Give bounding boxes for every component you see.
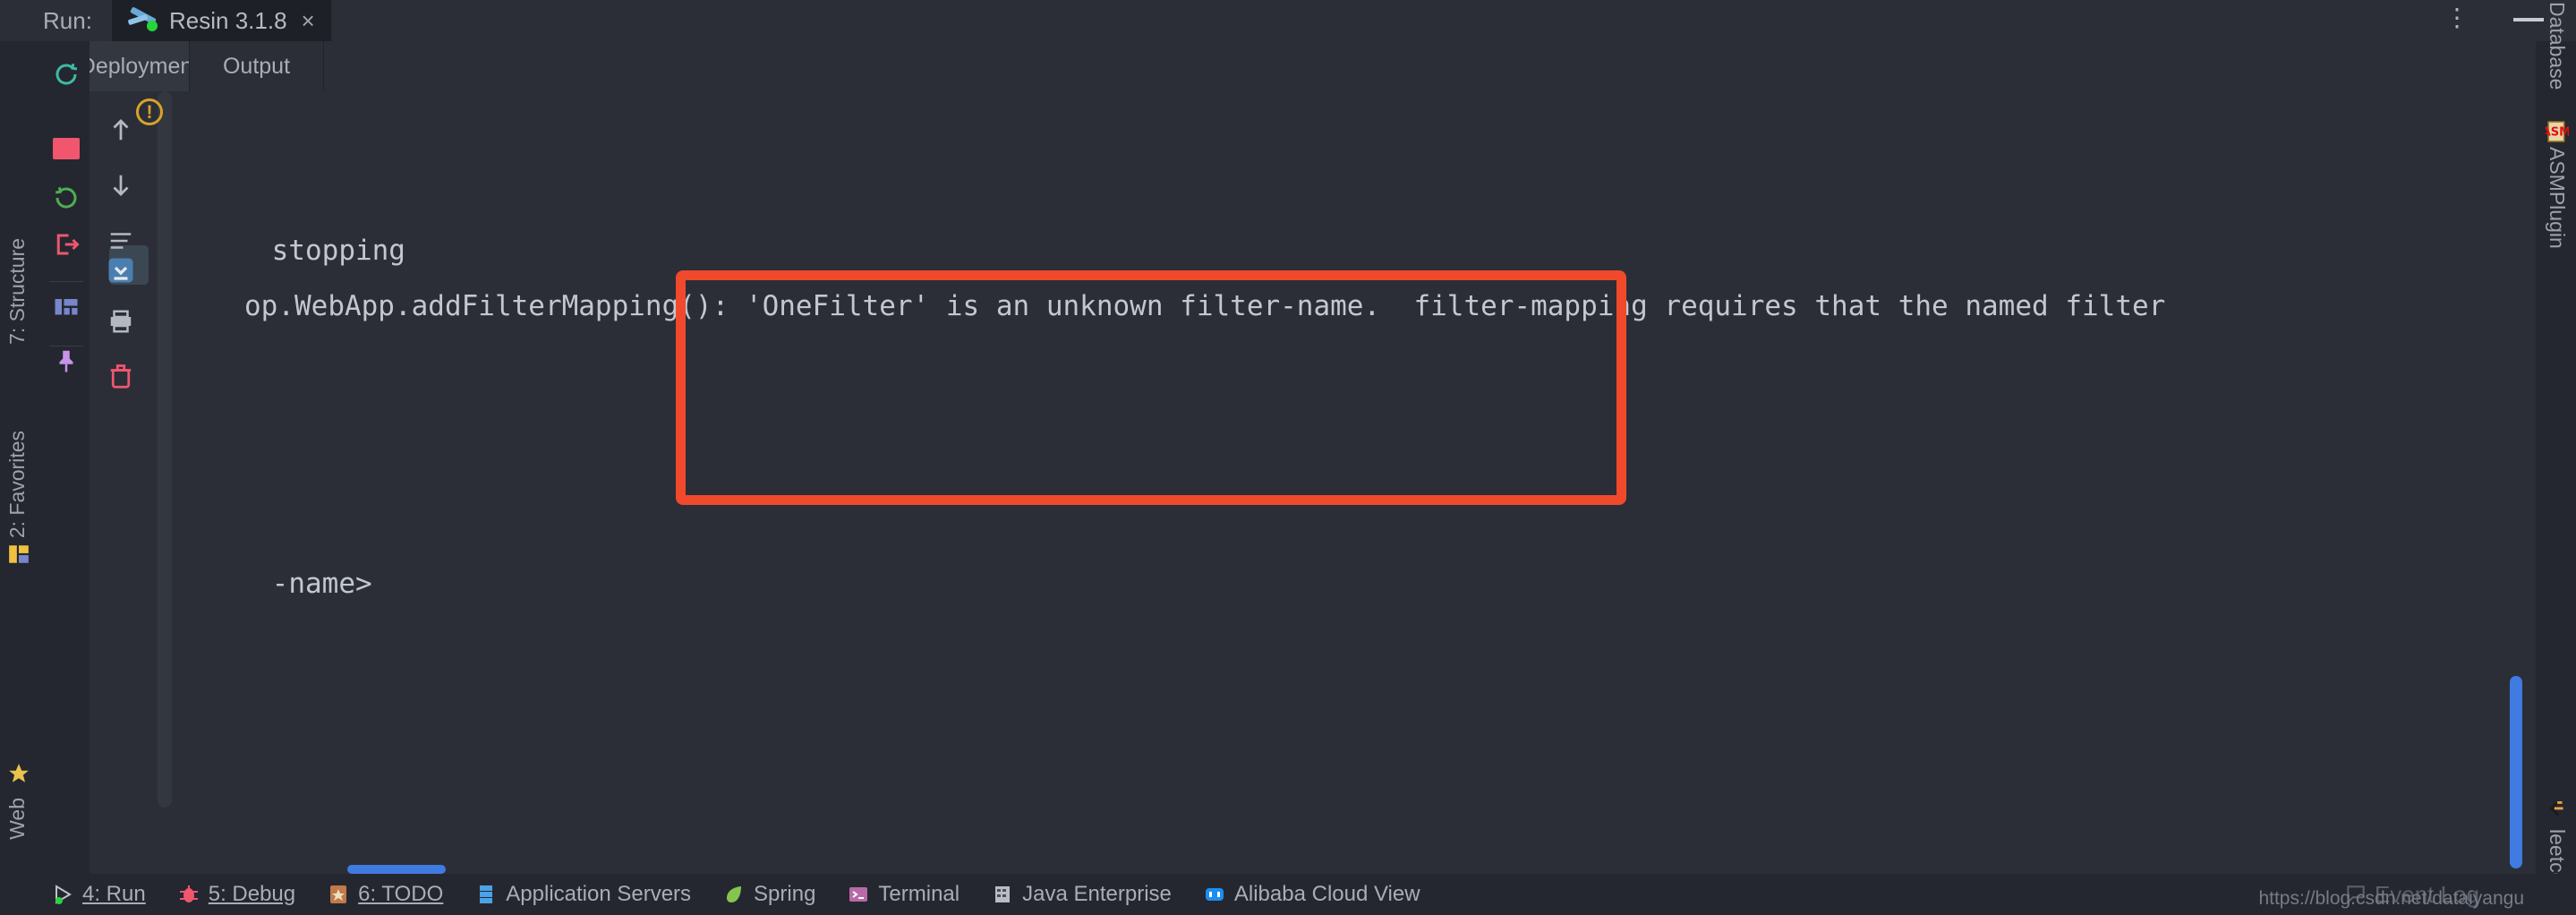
status-item-application-servers-label: Application Servers <box>506 882 692 906</box>
java-enterprise-icon <box>992 883 1013 906</box>
toolbar-divider <box>49 281 83 282</box>
gutter-scroll-indicator[interactable] <box>158 91 172 808</box>
warning-badge-icon[interactable]: ! <box>136 98 163 125</box>
svg-text:ASM: ASM <box>2546 125 2569 139</box>
horizontal-scrollbar[interactable] <box>347 865 446 874</box>
run-configuration-tab[interactable]: Resin 3.1.8 × <box>112 0 331 41</box>
sidebar-item-asmplugin[interactable]: ASMPlugin <box>2545 147 2569 249</box>
leetcode-icon[interactable] <box>2545 798 2568 821</box>
sidebar-item-database[interactable]: Database <box>2545 2 2569 90</box>
asm-icon[interactable]: ASM <box>2546 120 2569 143</box>
star-icon[interactable] <box>7 762 30 785</box>
status-bar: 4: Run 5: Debug 6: TODO Application Serv… <box>0 874 2576 915</box>
status-item-run[interactable]: 4: Run <box>52 874 146 915</box>
scroll-to-end-icon[interactable] <box>105 254 137 286</box>
console-actions-toolbar <box>90 91 152 874</box>
run-actions-toolbar <box>40 41 90 874</box>
alibaba-cloud-icon <box>1204 883 1225 906</box>
ide-window: Run: Resin 3.1.8 × ⋮ 7: Structure 2: Fav… <box>0 0 2576 915</box>
status-item-terminal-label: Terminal <box>878 882 960 906</box>
console-tab-row <box>90 41 2536 91</box>
status-item-spring[interactable]: Spring <box>723 874 815 915</box>
app-servers-icon <box>475 883 497 906</box>
run-window-header: Run: Resin 3.1.8 × ⋮ <box>0 0 2576 41</box>
status-item-spring-label: Spring <box>754 882 816 906</box>
sidebar-item-favorites[interactable]: 2: Favorites <box>5 431 30 538</box>
console-output[interactable]: stopping op.WebApp.addFilterMapping(): '… <box>219 91 2536 874</box>
exit-icon[interactable] <box>53 231 80 258</box>
watermark-text: https://blog.csdn.net/dataiyangu <box>2258 888 2524 909</box>
status-item-debug-label: 5: Debug <box>208 882 296 906</box>
status-item-application-servers[interactable]: Application Servers <box>475 874 691 915</box>
status-item-todo-label: 6: TODO <box>358 882 444 906</box>
terminal-icon <box>848 883 869 906</box>
resin-server-icon <box>127 6 158 32</box>
status-item-run-label: 4: Run <box>82 882 146 906</box>
minimize-icon[interactable] <box>2513 18 2544 21</box>
status-item-alibaba-cloud-view-label: Alibaba Cloud View <box>1233 882 1420 906</box>
console-line: -name> <box>255 568 372 600</box>
console-line: op.WebApp.addFilterMapping(): 'OneFilter… <box>244 290 2166 322</box>
layout-icon[interactable] <box>53 295 80 321</box>
run-play-icon <box>52 883 73 906</box>
run-tab-label: Resin 3.1.8 <box>169 6 287 34</box>
restart-icon[interactable] <box>53 184 80 211</box>
close-icon[interactable]: × <box>302 7 315 35</box>
arrow-down-icon[interactable] <box>107 172 134 199</box>
sidebar-item-web[interactable]: Web <box>5 798 30 840</box>
status-item-alibaba-cloud-view[interactable]: Alibaba Cloud View <box>1204 874 1420 915</box>
soft-wrap-icon[interactable] <box>107 227 134 254</box>
status-item-debug[interactable]: 5: Debug <box>178 874 295 915</box>
arrow-up-icon[interactable] <box>107 116 134 143</box>
print-icon[interactable] <box>107 308 134 335</box>
status-item-todo[interactable]: 6: TODO <box>328 874 443 915</box>
right-tool-window-bar: Database ASM ASMPlugin leetcode <box>2536 2 2576 907</box>
status-item-java-enterprise-label: Java Enterprise <box>1022 882 1172 906</box>
debug-bug-icon <box>178 883 200 906</box>
run-window-label: Run: <box>43 7 92 34</box>
status-item-terminal[interactable]: Terminal <box>848 874 960 915</box>
pin-icon[interactable] <box>53 347 80 374</box>
structure-icon[interactable] <box>7 543 30 566</box>
left-tool-window-bar: 7: Structure 2: Favorites Web <box>0 41 40 897</box>
stop-icon[interactable] <box>53 138 80 159</box>
spring-leaf-icon <box>723 883 745 906</box>
vertical-scrollbar[interactable] <box>2510 676 2522 868</box>
status-item-java-enterprise[interactable]: Java Enterprise <box>992 874 1172 915</box>
sidebar-item-structure[interactable]: 7: Structure <box>5 238 30 345</box>
console-line: stopping <box>255 235 405 267</box>
vertical-dots-icon[interactable]: ⋮ <box>2444 0 2470 41</box>
tab-output[interactable]: Output <box>190 41 324 91</box>
tab-deployment[interactable]: Deployment <box>90 41 190 91</box>
rerun-icon[interactable] <box>53 61 80 88</box>
trash-icon[interactable] <box>107 363 134 390</box>
todo-icon <box>328 883 349 906</box>
